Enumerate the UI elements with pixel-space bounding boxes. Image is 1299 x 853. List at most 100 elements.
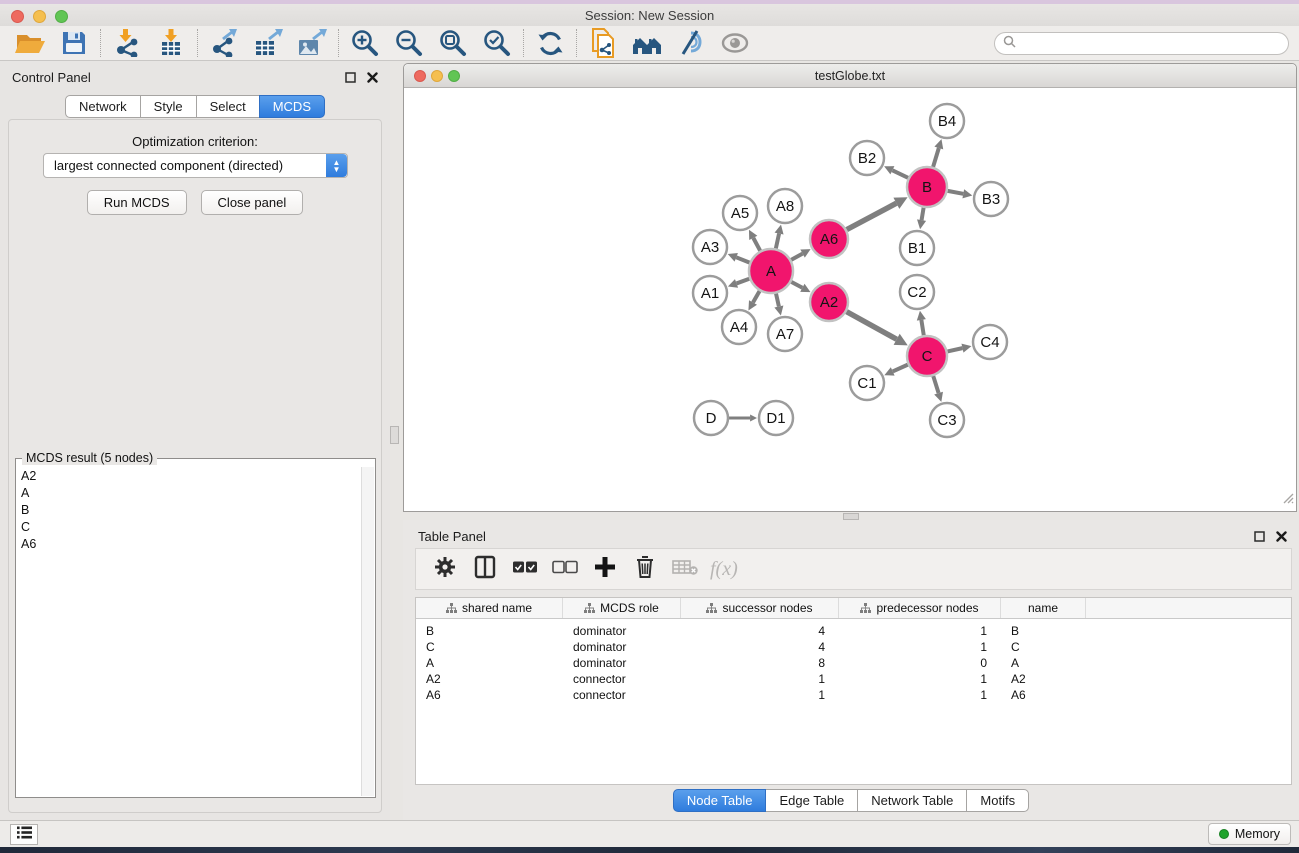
table-cell[interactable]: connector: [563, 672, 681, 686]
result-item[interactable]: A: [17, 484, 361, 501]
table-cell[interactable]: A6: [1001, 688, 1086, 702]
tab-style[interactable]: Style: [140, 95, 197, 118]
show-hide-panel-button[interactable]: [713, 28, 757, 58]
clone-network-button[interactable]: [581, 28, 625, 58]
column-header-mcds-role[interactable]: MCDS role: [563, 598, 681, 618]
table-settings-button[interactable]: [428, 553, 461, 585]
table-body[interactable]: Bdominator41BCdominator41CAdominator80AA…: [416, 619, 1291, 703]
delete-column-button[interactable]: [628, 553, 661, 585]
search-field[interactable]: [994, 32, 1289, 55]
zoom-fit-button[interactable]: [431, 28, 475, 58]
search-input[interactable]: [1020, 37, 1288, 51]
graph-edge-A-A5[interactable]: [753, 238, 760, 251]
import-table-button[interactable]: [149, 28, 193, 58]
graph-edge-A6-B[interactable]: [847, 203, 897, 229]
node-table[interactable]: shared name MCDS role successor nodes pr…: [415, 597, 1292, 785]
graph-edge-B-B1[interactable]: [922, 208, 924, 220]
table-cell[interactable]: 4: [681, 624, 839, 638]
export-image-button[interactable]: [290, 28, 334, 58]
tab-edge-table[interactable]: Edge Table: [765, 789, 858, 812]
table-cell[interactable]: A2: [416, 672, 563, 686]
close-panel-icon[interactable]: [367, 70, 378, 88]
add-column-button[interactable]: [588, 553, 621, 585]
select-all-button[interactable]: [508, 553, 541, 585]
table-cell[interactable]: C: [1001, 640, 1086, 654]
graph-edge-B-B4[interactable]: [933, 148, 939, 167]
column-header-shared-name[interactable]: shared name: [416, 598, 563, 618]
result-item[interactable]: B: [17, 501, 361, 518]
table-row[interactable]: A2connector11A2: [416, 671, 1291, 687]
hide-graphics-details-button[interactable]: [669, 28, 713, 58]
result-item[interactable]: C: [17, 518, 361, 535]
tab-motifs[interactable]: Motifs: [966, 789, 1029, 812]
zoom-in-button[interactable]: [343, 28, 387, 58]
table-cell[interactable]: dominator: [563, 624, 681, 638]
show-columns-button[interactable]: [468, 553, 501, 585]
graph-edge-C-C3[interactable]: [933, 376, 938, 393]
graph-edge-C-C4[interactable]: [947, 348, 962, 351]
refresh-button[interactable]: [528, 28, 572, 58]
deselect-all-button[interactable]: [548, 553, 581, 585]
table-cell[interactable]: C: [416, 640, 563, 654]
tab-select[interactable]: Select: [196, 95, 260, 118]
close-panel-icon[interactable]: [1276, 529, 1287, 547]
zoom-selected-button[interactable]: [475, 28, 519, 58]
close-panel-button[interactable]: Close panel: [201, 190, 304, 215]
table-cell[interactable]: B: [416, 624, 563, 638]
table-row[interactable]: Cdominator41C: [416, 639, 1291, 655]
function-builder-button[interactable]: f(x): [708, 553, 738, 585]
column-header-successor-nodes[interactable]: successor nodes: [681, 598, 839, 618]
graph-edge-B-B2[interactable]: [892, 170, 908, 178]
import-network-button[interactable]: [105, 28, 149, 58]
graph-edge-A-A7[interactable]: [776, 293, 779, 306]
table-cell[interactable]: 1: [681, 688, 839, 702]
export-table-button[interactable]: [246, 28, 290, 58]
graph-edge-C-C2[interactable]: [921, 320, 923, 335]
table-row[interactable]: Adominator80A: [416, 655, 1291, 671]
graph-edge-A-A4[interactable]: [753, 291, 760, 303]
network-window-titlebar[interactable]: testGlobe.txt: [404, 64, 1296, 88]
table-cell[interactable]: 1: [839, 640, 1001, 654]
table-cell[interactable]: A: [416, 656, 563, 670]
float-panel-icon[interactable]: [345, 70, 356, 88]
table-cell[interactable]: 8: [681, 656, 839, 670]
column-header-name[interactable]: name: [1001, 598, 1086, 618]
column-header-predecessor-nodes[interactable]: predecessor nodes: [839, 598, 1001, 618]
mcds-result-list[interactable]: A2ABCA6: [17, 467, 361, 796]
table-cell[interactable]: 1: [839, 624, 1001, 638]
graph-edge-A-A3[interactable]: [736, 257, 749, 262]
vertical-splitter-grip[interactable]: [390, 426, 399, 444]
table-cell[interactable]: A6: [416, 688, 563, 702]
float-panel-icon[interactable]: [1254, 529, 1265, 547]
table-cell[interactable]: B: [1001, 624, 1086, 638]
result-item[interactable]: A6: [17, 535, 361, 552]
graph-edge-B-B3[interactable]: [948, 191, 964, 194]
table-cell[interactable]: connector: [563, 688, 681, 702]
open-session-button[interactable]: [8, 28, 52, 58]
graph-edge-A2-C[interactable]: [847, 312, 897, 340]
table-cell[interactable]: A2: [1001, 672, 1086, 686]
table-cell[interactable]: 0: [839, 656, 1001, 670]
export-network-button[interactable]: [202, 28, 246, 58]
tab-mcds[interactable]: MCDS: [259, 95, 325, 118]
table-cell[interactable]: 1: [839, 672, 1001, 686]
network-canvas[interactable]: B4B2BB3A5A8A6A3B1AA1C2A2A4A7C4CC1C3DD1: [404, 88, 1296, 511]
graph-edge-A-A8[interactable]: [776, 234, 779, 249]
table-row[interactable]: Bdominator41B: [416, 623, 1291, 639]
result-scrollbar[interactable]: [361, 467, 374, 796]
tab-network-table[interactable]: Network Table: [857, 789, 967, 812]
save-session-button[interactable]: [52, 28, 96, 58]
table-cell[interactable]: A: [1001, 656, 1086, 670]
resize-grip-icon[interactable]: [1281, 491, 1294, 509]
tab-node-table[interactable]: Node Table: [673, 789, 767, 812]
run-mcds-button[interactable]: Run MCDS: [87, 190, 187, 215]
result-item[interactable]: A2: [17, 467, 361, 484]
network-graph[interactable]: B4B2BB3A5A8A6A3B1AA1C2A2A4A7C4CC1C3DD1: [404, 88, 1296, 511]
horizontal-splitter-grip[interactable]: [843, 513, 859, 520]
tab-network[interactable]: Network: [65, 95, 141, 118]
table-cell[interactable]: 4: [681, 640, 839, 654]
graph-edge-A-A1[interactable]: [737, 279, 750, 284]
table-cell[interactable]: dominator: [563, 656, 681, 670]
table-cell[interactable]: 1: [839, 688, 1001, 702]
zoom-out-button[interactable]: [387, 28, 431, 58]
